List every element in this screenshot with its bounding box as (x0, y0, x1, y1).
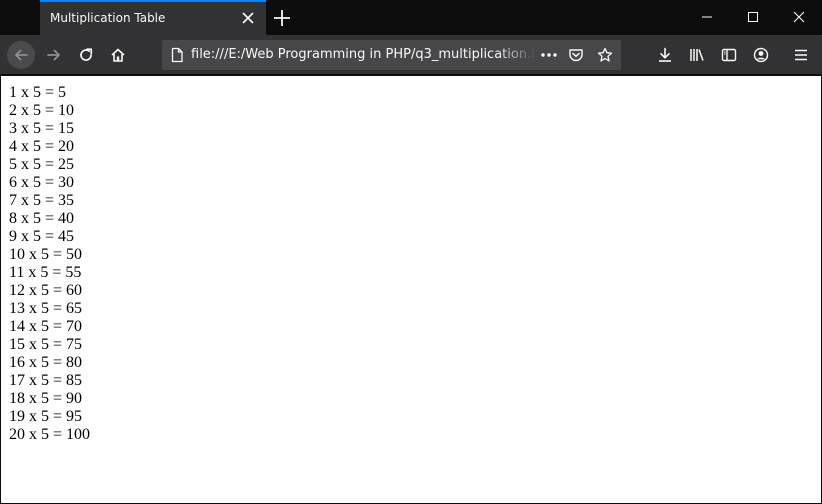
download-icon[interactable] (651, 41, 679, 69)
navigation-toolbar: file:///E:/Web Programming in PHP/q3_mul… (0, 35, 822, 75)
tab-strip: Multiplication Table (0, 0, 822, 35)
url-fade (496, 40, 536, 70)
table-line: 13 x 5 = 65 (9, 300, 83, 317)
tab-multiplication-table[interactable]: Multiplication Table (40, 0, 266, 35)
home-icon[interactable] (104, 41, 132, 69)
table-line: 2 x 5 = 10 (9, 102, 75, 119)
arrow-left-icon[interactable] (7, 41, 35, 69)
close-icon[interactable] (238, 8, 258, 28)
hamburger-icon[interactable] (787, 41, 815, 69)
table-line: 20 x 5 = 100 (9, 426, 91, 443)
pocket-icon[interactable] (568, 47, 584, 67)
table-line: 9 x 5 = 45 (9, 228, 75, 245)
url-text[interactable]: file:///E:/Web Programming in PHP/q3_mul… (191, 47, 536, 62)
sidebar-icon[interactable] (715, 41, 743, 69)
table-line: 15 x 5 = 75 (9, 336, 83, 353)
star-icon[interactable] (597, 47, 613, 67)
url-bar[interactable]: file:///E:/Web Programming in PHP/q3_mul… (162, 40, 621, 70)
table-line: 19 x 5 = 95 (9, 408, 83, 425)
table-line: 4 x 5 = 20 (9, 138, 75, 155)
account-icon[interactable] (747, 41, 775, 69)
table-line: 1 x 5 = 5 (9, 84, 67, 101)
page-content: 1 x 5 = 52 x 5 = 10 3 x 5 = 15 4 x 5 = 20 5… (1, 76, 821, 503)
table-line: 8 x 5 = 40 (9, 210, 75, 227)
tab-title: Multiplication Table (50, 11, 166, 25)
table-line: 11 x 5 = 55 (9, 264, 82, 281)
table-line: 5 x 5 = 25 (9, 156, 75, 173)
minimize-icon[interactable] (684, 0, 730, 35)
browser-window: Multiplication Table file:///E:/Web Prog… (0, 0, 822, 504)
arrow-right-icon[interactable] (40, 41, 68, 69)
close-icon[interactable] (776, 0, 822, 35)
page-icon[interactable] (169, 47, 185, 67)
library-icon[interactable] (683, 41, 711, 69)
table-line: 3 x 5 = 15 (9, 120, 75, 137)
table-line: 14 x 5 = 70 (9, 318, 83, 335)
table-line: 16 x 5 = 80 (9, 354, 83, 371)
table-line: 17 x 5 = 85 (9, 372, 83, 389)
table-line: 7 x 5 = 35 (9, 192, 75, 209)
table-line: 6 x 5 = 30 (9, 174, 75, 191)
maximize-icon[interactable] (730, 0, 776, 35)
plus-icon[interactable] (270, 6, 294, 30)
table-line: 10 x 5 = 50 (9, 246, 83, 263)
reload-icon[interactable] (72, 41, 100, 69)
table-line: 12 x 5 = 60 (9, 282, 83, 299)
table-line: 18 x 5 = 90 (9, 390, 83, 407)
more-dots-icon[interactable] (540, 47, 558, 67)
multiplication-table: 1 x 5 = 52 x 5 = 10 3 x 5 = 15 4 x 5 = 20 5… (9, 84, 90, 444)
